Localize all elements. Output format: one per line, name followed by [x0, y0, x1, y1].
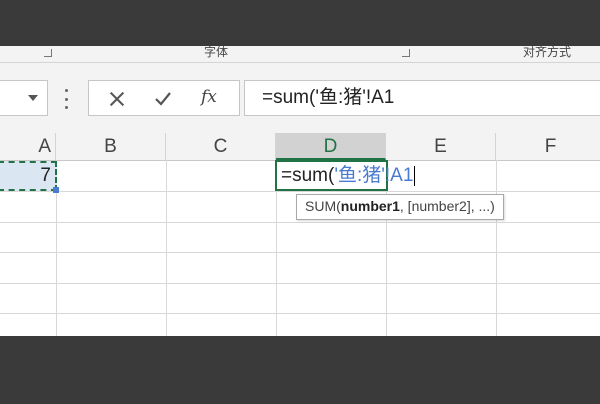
formula-buttons: fx — [88, 80, 240, 116]
top-frame — [0, 0, 600, 46]
ribbon-group-font-label: 字体 — [204, 46, 229, 59]
cell-d1-editing[interactable]: =sum('鱼:猪'!A1 — [275, 160, 416, 191]
dialog-launcher-icon[interactable] — [44, 49, 52, 57]
column-header-row: A B C D E F — [0, 133, 600, 161]
column-divider — [496, 160, 497, 336]
column-header-d[interactable]: D — [276, 133, 386, 160]
insert-function-button[interactable]: fx — [201, 87, 227, 107]
formula-bar: fx =sum('鱼:猪'!A1 — [0, 63, 600, 133]
column-header-a[interactable]: A — [0, 133, 56, 160]
cell-a1[interactable]: 7 — [0, 161, 57, 191]
enter-icon[interactable] — [153, 89, 173, 109]
chevron-down-icon[interactable] — [28, 95, 38, 101]
column-header-b[interactable]: B — [56, 133, 166, 160]
column-header-e[interactable]: E — [386, 133, 496, 160]
name-box[interactable] — [0, 80, 48, 116]
cancel-icon[interactable] — [107, 89, 127, 109]
row-divider — [0, 252, 600, 253]
check-icon — [155, 92, 171, 106]
column-header-f[interactable]: F — [496, 133, 600, 160]
fill-handle[interactable] — [53, 187, 59, 193]
bottom-frame — [0, 336, 600, 404]
tooltip-arg-current: number1 — [340, 198, 400, 214]
formula-input[interactable]: =sum('鱼:猪'!A1 — [244, 80, 600, 116]
dialog-launcher-icon[interactable] — [402, 49, 410, 57]
function-tooltip[interactable]: SUM(number1, [number2], ...) — [296, 194, 504, 220]
column-header-c[interactable]: C — [166, 133, 276, 160]
tooltip-function: SUM( — [305, 198, 341, 214]
tooltip-args-rest: , [number2], ...) — [399, 198, 495, 214]
spreadsheet-grid[interactable]: A B C D E F 7 =sum('鱼:猪'!A1 SUM(number1,… — [0, 133, 600, 336]
sheet-reference: '鱼:猪'!A1 — [334, 165, 414, 186]
row-divider — [0, 222, 600, 223]
text-caret — [414, 165, 416, 186]
column-divider — [166, 160, 167, 336]
row-divider — [0, 191, 600, 192]
row-divider — [0, 283, 600, 284]
row-divider — [0, 313, 600, 314]
ribbon-group-labels: 字体 对齐方式 — [0, 46, 600, 63]
formula-prefix: =sum( — [281, 165, 335, 186]
ribbon-group-alignment-label: 对齐方式 — [523, 46, 572, 59]
grip-icon[interactable] — [64, 89, 68, 109]
